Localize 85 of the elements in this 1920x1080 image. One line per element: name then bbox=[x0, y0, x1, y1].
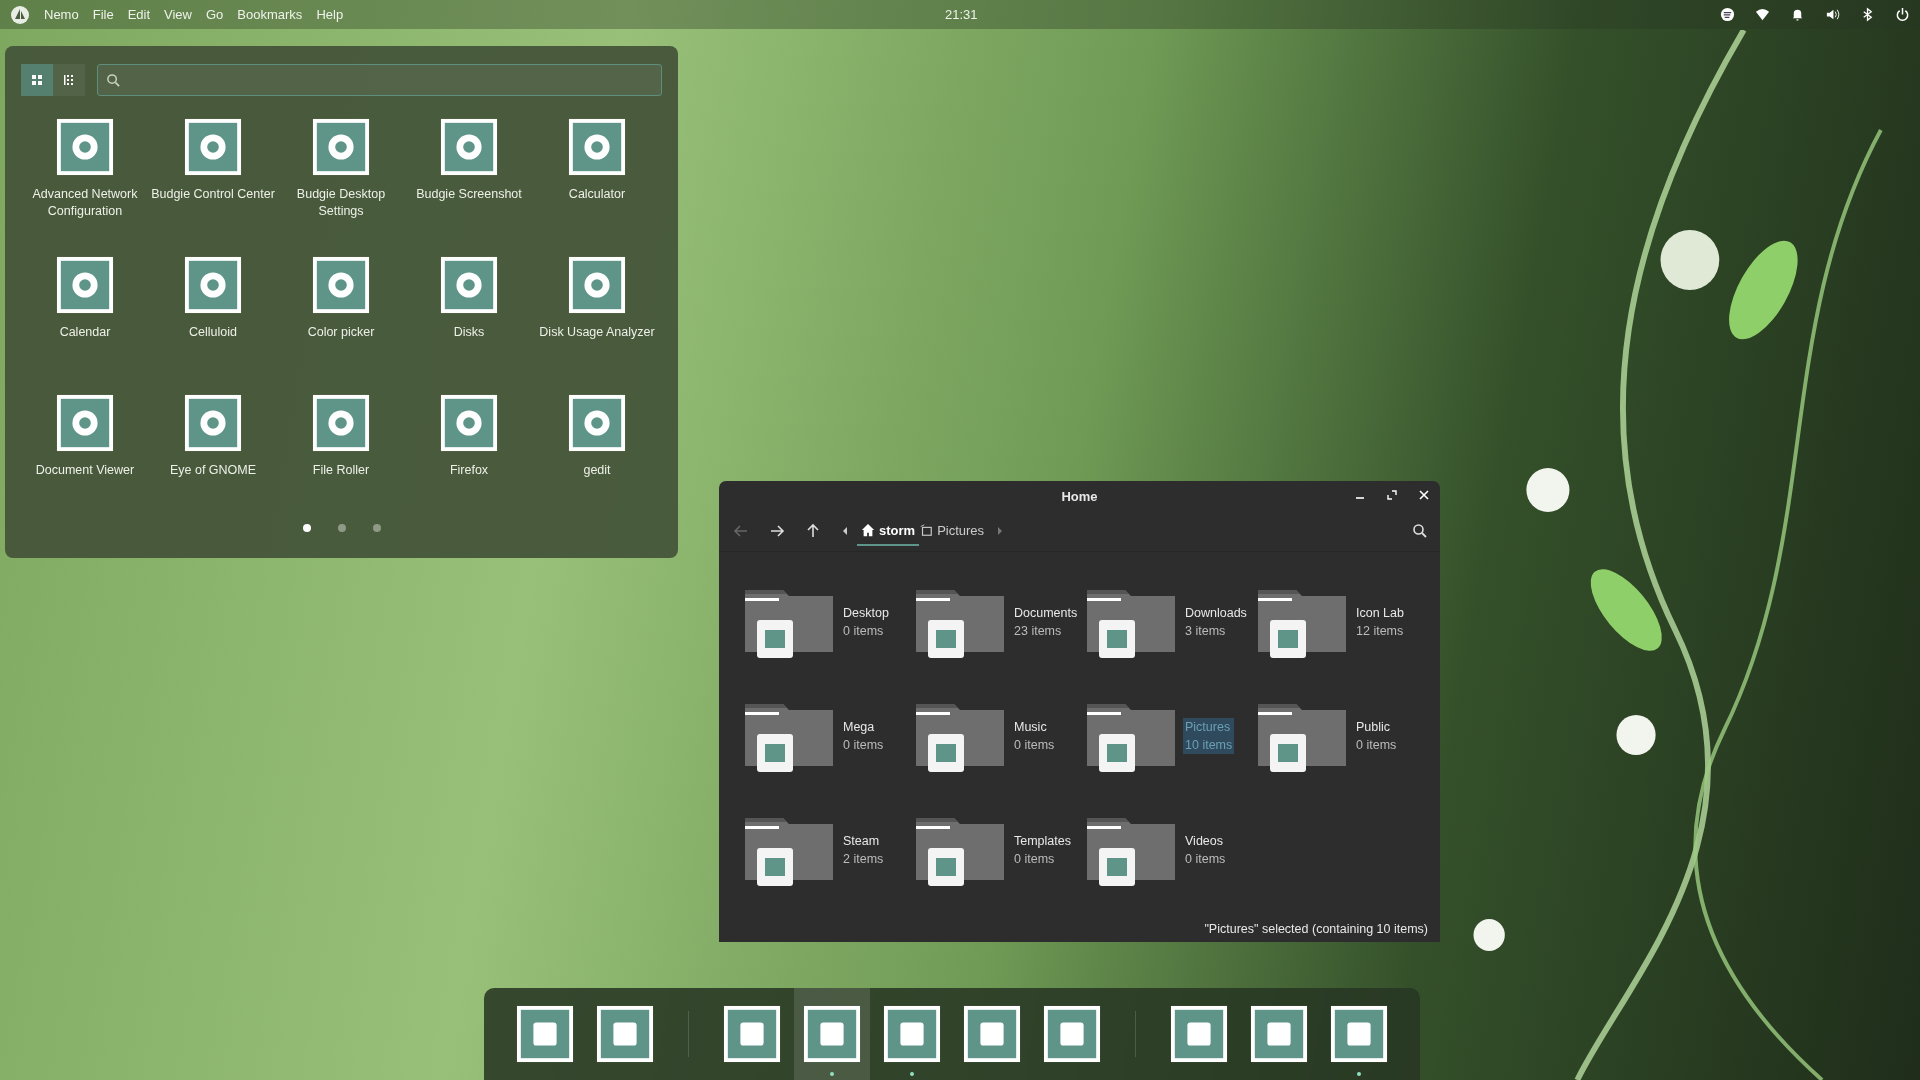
back-arrow-icon[interactable] bbox=[733, 523, 749, 539]
app-name: gedit bbox=[582, 462, 612, 479]
app-name: Budgie Desktop Settings bbox=[295, 186, 387, 220]
wifi-icon[interactable] bbox=[1755, 7, 1770, 22]
folder-label[interactable]: Music 0 items bbox=[1012, 718, 1057, 754]
path-button[interactable]: storm bbox=[857, 516, 920, 546]
app-icon bbox=[963, 1005, 1021, 1063]
app-icon[interactable] bbox=[568, 118, 626, 176]
app-icon[interactable] bbox=[184, 118, 242, 176]
search-icon[interactable] bbox=[1412, 523, 1428, 539]
app-name: Disk Usage Analyzer bbox=[538, 324, 656, 341]
menu-item[interactable]: Go bbox=[206, 7, 224, 22]
circle-icon[interactable] bbox=[1720, 7, 1735, 22]
home-icon bbox=[861, 523, 875, 537]
app-name: Document Viewer bbox=[34, 462, 136, 479]
app-icon bbox=[883, 1005, 941, 1063]
search-icon bbox=[106, 72, 121, 88]
app-icon bbox=[1330, 1005, 1388, 1063]
app-icon[interactable] bbox=[440, 394, 498, 452]
app-icon[interactable] bbox=[56, 256, 114, 314]
app-name: Eye of GNOME bbox=[168, 462, 258, 479]
caret-right-icon[interactable] bbox=[996, 525, 1005, 537]
page-dot[interactable] bbox=[302, 524, 311, 532]
app-icon[interactable] bbox=[312, 118, 370, 176]
app-icon bbox=[803, 1005, 861, 1063]
app-icon bbox=[1043, 1005, 1101, 1063]
app-icon bbox=[1170, 1005, 1228, 1063]
app-icon bbox=[516, 1005, 574, 1063]
menu-item[interactable]: Bookmarks bbox=[237, 7, 303, 22]
status-text: "Pictures" selected (containing 10 items) bbox=[1203, 922, 1429, 938]
maximize-icon[interactable] bbox=[1386, 489, 1398, 501]
folder-label[interactable]: Documents 23 items bbox=[1012, 604, 1080, 640]
power-icon[interactable] bbox=[1895, 7, 1910, 22]
menu-item[interactable]: Nemo bbox=[44, 7, 79, 22]
app-icon[interactable] bbox=[184, 394, 242, 452]
app-icon[interactable] bbox=[184, 256, 242, 314]
folder-label[interactable]: Templates 0 items bbox=[1012, 832, 1073, 868]
app-name: File Roller bbox=[311, 462, 371, 479]
grid-icon bbox=[31, 74, 43, 86]
list-view-button[interactable] bbox=[53, 64, 85, 96]
app-icon[interactable] bbox=[56, 394, 114, 452]
app-name: Advanced Network Configuration bbox=[31, 186, 139, 220]
app-name: Firefox bbox=[448, 462, 490, 479]
grid-view-button[interactable] bbox=[21, 64, 53, 96]
menu-item[interactable]: File bbox=[92, 7, 114, 22]
app-name: Budgie Control Center bbox=[151, 186, 275, 203]
forward-arrow-icon[interactable] bbox=[769, 523, 785, 539]
folder-label[interactable]: Steam 2 items bbox=[841, 832, 886, 868]
folder-label[interactable]: Public 0 items bbox=[1354, 718, 1399, 754]
app-icon bbox=[723, 1005, 781, 1063]
folder-label[interactable]: Videos 0 items bbox=[1183, 832, 1228, 868]
sailboat-logo-icon[interactable] bbox=[10, 4, 30, 25]
close-icon[interactable] bbox=[1418, 489, 1430, 501]
app-icon[interactable] bbox=[568, 256, 626, 314]
app-name: Color picker bbox=[306, 324, 376, 341]
list-icon bbox=[63, 74, 75, 86]
folder-label[interactable]: Downloads 3 items bbox=[1183, 604, 1249, 640]
menu-item[interactable]: View bbox=[164, 7, 192, 22]
dock-item[interactable] bbox=[794, 988, 870, 1080]
caret-left-icon[interactable] bbox=[841, 525, 849, 537]
folder-label[interactable]: Mega 0 items bbox=[841, 718, 886, 754]
app-icon[interactable] bbox=[568, 394, 626, 452]
app-icon[interactable] bbox=[312, 394, 370, 452]
up-arrow-icon[interactable] bbox=[805, 523, 821, 539]
app-icon[interactable] bbox=[312, 256, 370, 314]
app-icon bbox=[596, 1005, 654, 1063]
search-field[interactable] bbox=[97, 64, 662, 96]
app-icon[interactable] bbox=[440, 256, 498, 314]
app-name: Disks bbox=[452, 324, 486, 341]
app-name: Calendar bbox=[58, 324, 112, 341]
app-name: Budgie Screenshot bbox=[415, 186, 523, 203]
app-icon bbox=[1250, 1005, 1308, 1063]
app-icon[interactable] bbox=[56, 118, 114, 176]
page-dot[interactable] bbox=[337, 524, 346, 532]
window-title: Home bbox=[1061, 488, 1098, 504]
page-dot[interactable] bbox=[372, 524, 381, 532]
clock[interactable]: 21:31 bbox=[945, 7, 978, 22]
folder-label[interactable]: Desktop 0 items bbox=[841, 604, 891, 640]
picture-frame-icon bbox=[919, 523, 934, 537]
app-name: Calculator bbox=[567, 186, 627, 203]
folder-label[interactable]: Icon Lab 12 items bbox=[1354, 604, 1406, 640]
volume-icon[interactable] bbox=[1825, 7, 1840, 22]
menu-item[interactable]: Edit bbox=[127, 7, 151, 22]
app-name: Celluloid bbox=[188, 324, 238, 341]
app-icon[interactable] bbox=[440, 118, 498, 176]
